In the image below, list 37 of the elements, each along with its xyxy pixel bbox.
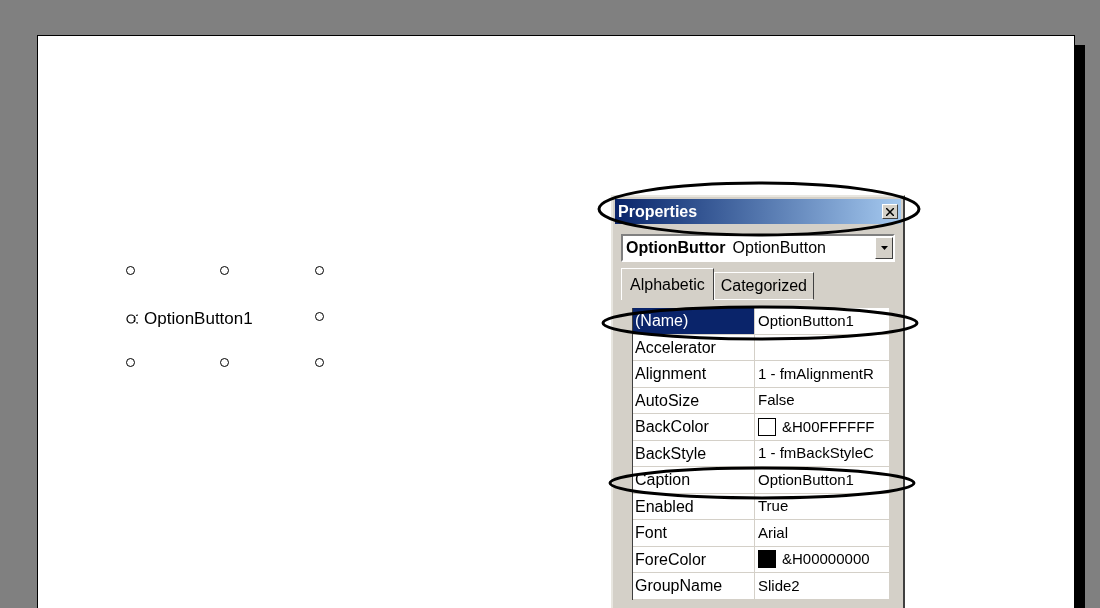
property-value[interactable]: False <box>758 389 795 412</box>
close-icon <box>886 207 894 216</box>
selection-handle[interactable] <box>220 358 229 367</box>
property-value[interactable]: 1 - fmBackStyleC <box>758 442 874 465</box>
property-value[interactable]: OptionButton1 <box>758 309 854 332</box>
property-name[interactable]: BackStyle <box>633 440 755 466</box>
property-value[interactable]: True <box>758 495 789 518</box>
selection-handle[interactable] <box>315 266 324 275</box>
property-value[interactable]: 1 - fmAlignmentR <box>758 362 874 385</box>
tab[interactable]: Alphabetic <box>621 268 714 300</box>
property-value[interactable]: OptionButton1 <box>758 468 854 491</box>
object-dropdown[interactable]: OptionButtor OptionButton <box>621 234 895 262</box>
option-button-caption[interactable]: OptionButton1 <box>144 306 253 332</box>
property-name[interactable]: GroupName <box>633 573 755 599</box>
property-name[interactable]: Enabled <box>633 493 755 519</box>
caret-icon <box>880 246 888 250</box>
selection-handle[interactable] <box>315 312 324 321</box>
property-name[interactable]: ForeColor <box>633 546 755 572</box>
object-name: OptionButtor <box>626 238 726 258</box>
selection-handle[interactable] <box>126 266 135 275</box>
property-name[interactable]: Font <box>633 520 755 546</box>
tab[interactable]: Categorized <box>713 272 814 300</box>
window-title: Properties <box>618 201 698 222</box>
property-value[interactable]: &H00FFFFFF <box>782 415 875 438</box>
property-name[interactable]: Accelerator <box>633 334 755 360</box>
property-value[interactable]: Slide2 <box>758 574 800 597</box>
object-type: OptionButton <box>732 238 827 258</box>
selection-handle[interactable] <box>220 266 229 275</box>
selection-handle[interactable] <box>126 358 135 367</box>
property-name[interactable]: AutoSize <box>633 387 755 413</box>
property-name[interactable]: BackColor <box>633 414 755 440</box>
property-value[interactable]: Arial <box>758 521 788 544</box>
property-value[interactable]: &H00000000 <box>782 548 870 571</box>
close-button[interactable] <box>882 204 898 219</box>
selection-handle[interactable] <box>315 358 324 367</box>
dropdown-button[interactable] <box>875 237 893 259</box>
property-name[interactable]: Alignment <box>633 361 755 387</box>
